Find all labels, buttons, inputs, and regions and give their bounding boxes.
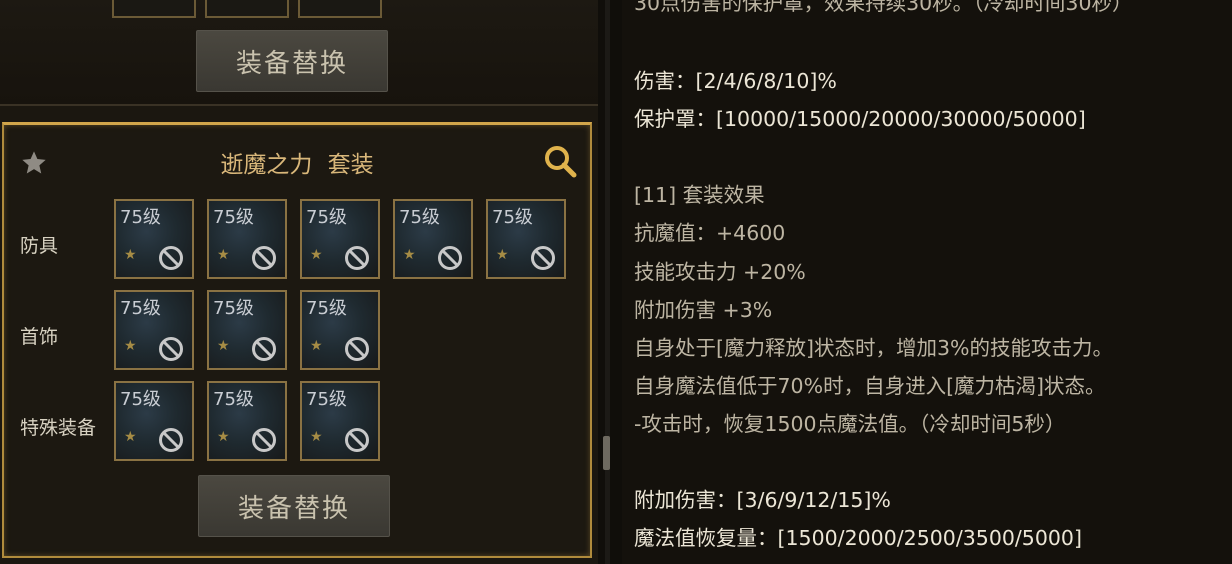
star-icon: ★ [403, 247, 416, 263]
detail-damage: 伤害：[2/4/6/8/10]% [634, 69, 837, 93]
equipment-slot[interactable]: 75级 ★ [207, 199, 287, 279]
slot-level: 75级 [120, 207, 161, 228]
slot-level: 75级 [213, 298, 254, 319]
star-icon: ★ [124, 247, 137, 263]
detail-effect-line: 自身处于[魔力释放]状态时，增加3%的技能攻击力。 [634, 336, 1114, 360]
unavailable-icon [252, 337, 276, 361]
slot-level: 75级 [213, 389, 254, 410]
row-label-armor: 防具 [20, 235, 59, 257]
equipment-slot-partial[interactable] [205, 0, 289, 18]
equip-replace-button[interactable]: 装备替换 [198, 475, 390, 537]
equip-replace-button-top[interactable]: 装备替换 [196, 30, 388, 92]
detail-magic-resist: 抗魔值：+4600 [634, 221, 786, 245]
detail-shield: 保护罩：[10000/15000/20000/30000/50000] [634, 107, 1086, 131]
equipment-slot[interactable]: 75级 ★ [207, 381, 287, 461]
star-icon: ★ [310, 429, 323, 445]
star-icon: ★ [217, 429, 230, 445]
equipment-slot-partial[interactable] [298, 0, 382, 18]
detail-line-cut: 30点伤害的保护罩，效果持续30秒。（冷却时间30秒） [634, 0, 1133, 15]
left-panel: 装备替换 逝魔之力 套装 防具 首饰 特殊装备 75级 ★ 75级 ★ 75级 … [0, 0, 598, 564]
set-title: 逝魔之力 套装 [4, 145, 590, 179]
equipment-slot[interactable]: 75级 ★ [114, 381, 194, 461]
row-label-special: 特殊装备 [20, 417, 97, 439]
unavailable-icon [345, 428, 369, 452]
star-icon: ★ [124, 338, 137, 354]
unavailable-icon [159, 428, 183, 452]
detail-skill-attack: 技能攻击力 +20% [634, 260, 806, 284]
unavailable-icon [252, 428, 276, 452]
slot-level: 75级 [399, 207, 440, 228]
slot-level: 75级 [492, 207, 533, 228]
unavailable-icon [345, 246, 369, 270]
equipment-slot[interactable]: 75级 ★ [300, 381, 380, 461]
scrollbar-track[interactable] [605, 0, 610, 564]
unavailable-icon [438, 246, 462, 270]
slot-level: 75级 [306, 389, 347, 410]
slot-level: 75级 [120, 389, 161, 410]
search-icon[interactable] [542, 143, 578, 179]
unavailable-icon [531, 246, 555, 270]
detail-extra-damage: 附加伤害 +3% [634, 298, 773, 322]
star-icon: ★ [496, 247, 509, 263]
star-icon: ★ [124, 429, 137, 445]
unavailable-icon [159, 337, 183, 361]
slot-level: 75级 [306, 298, 347, 319]
set-details-panel: 30点伤害的保护罩，效果持续30秒。（冷却时间30秒） 伤害：[2/4/6/8/… [622, 0, 1232, 564]
previous-set-panel: 装备替换 [0, 0, 598, 106]
equipment-slot[interactable]: 75级 ★ [393, 199, 473, 279]
unavailable-icon [345, 337, 369, 361]
divider [598, 0, 622, 564]
equipment-slot-partial[interactable] [112, 0, 196, 18]
equipment-slot[interactable]: 75级 ★ [114, 290, 194, 370]
slot-level: 75级 [120, 298, 161, 319]
star-icon: ★ [310, 338, 323, 354]
slot-level: 75级 [213, 207, 254, 228]
star-icon: ★ [217, 338, 230, 354]
equipment-slot[interactable]: 75级 ★ [114, 199, 194, 279]
slot-level: 75级 [306, 207, 347, 228]
detail-effect-line: 自身魔法值低于70%时，自身进入[魔力枯渴]状态。 [634, 374, 1106, 398]
row-label-accessory: 首饰 [20, 326, 59, 348]
set-panel: 逝魔之力 套装 防具 首饰 特殊装备 75级 ★ 75级 ★ 75级 ★ 75级… [2, 122, 592, 558]
star-icon: ★ [217, 247, 230, 263]
star-icon: ★ [310, 247, 323, 263]
unavailable-icon [159, 246, 183, 270]
equipment-slot[interactable]: 75级 ★ [207, 290, 287, 370]
detail-effect-line: -攻击时，恢复1500点魔法值。（冷却时间5秒） [634, 412, 1066, 436]
detail-extra-damage-scale: 附加伤害：[3/6/9/12/15]% [634, 488, 891, 512]
scrollbar-thumb[interactable] [603, 436, 610, 470]
set-effect-header: [11] 套装效果 [634, 183, 765, 207]
equipment-slot[interactable]: 75级 ★ [486, 199, 566, 279]
equipment-slot[interactable]: 75级 ★ [300, 290, 380, 370]
equipment-slot[interactable]: 75级 ★ [300, 199, 380, 279]
unavailable-icon [252, 246, 276, 270]
set-suffix: 套装 [327, 152, 374, 178]
set-name: 逝魔之力 [220, 152, 313, 178]
detail-mana-recovery: 魔法值恢复量：[1500/2000/2500/3500/5000] [634, 526, 1082, 550]
